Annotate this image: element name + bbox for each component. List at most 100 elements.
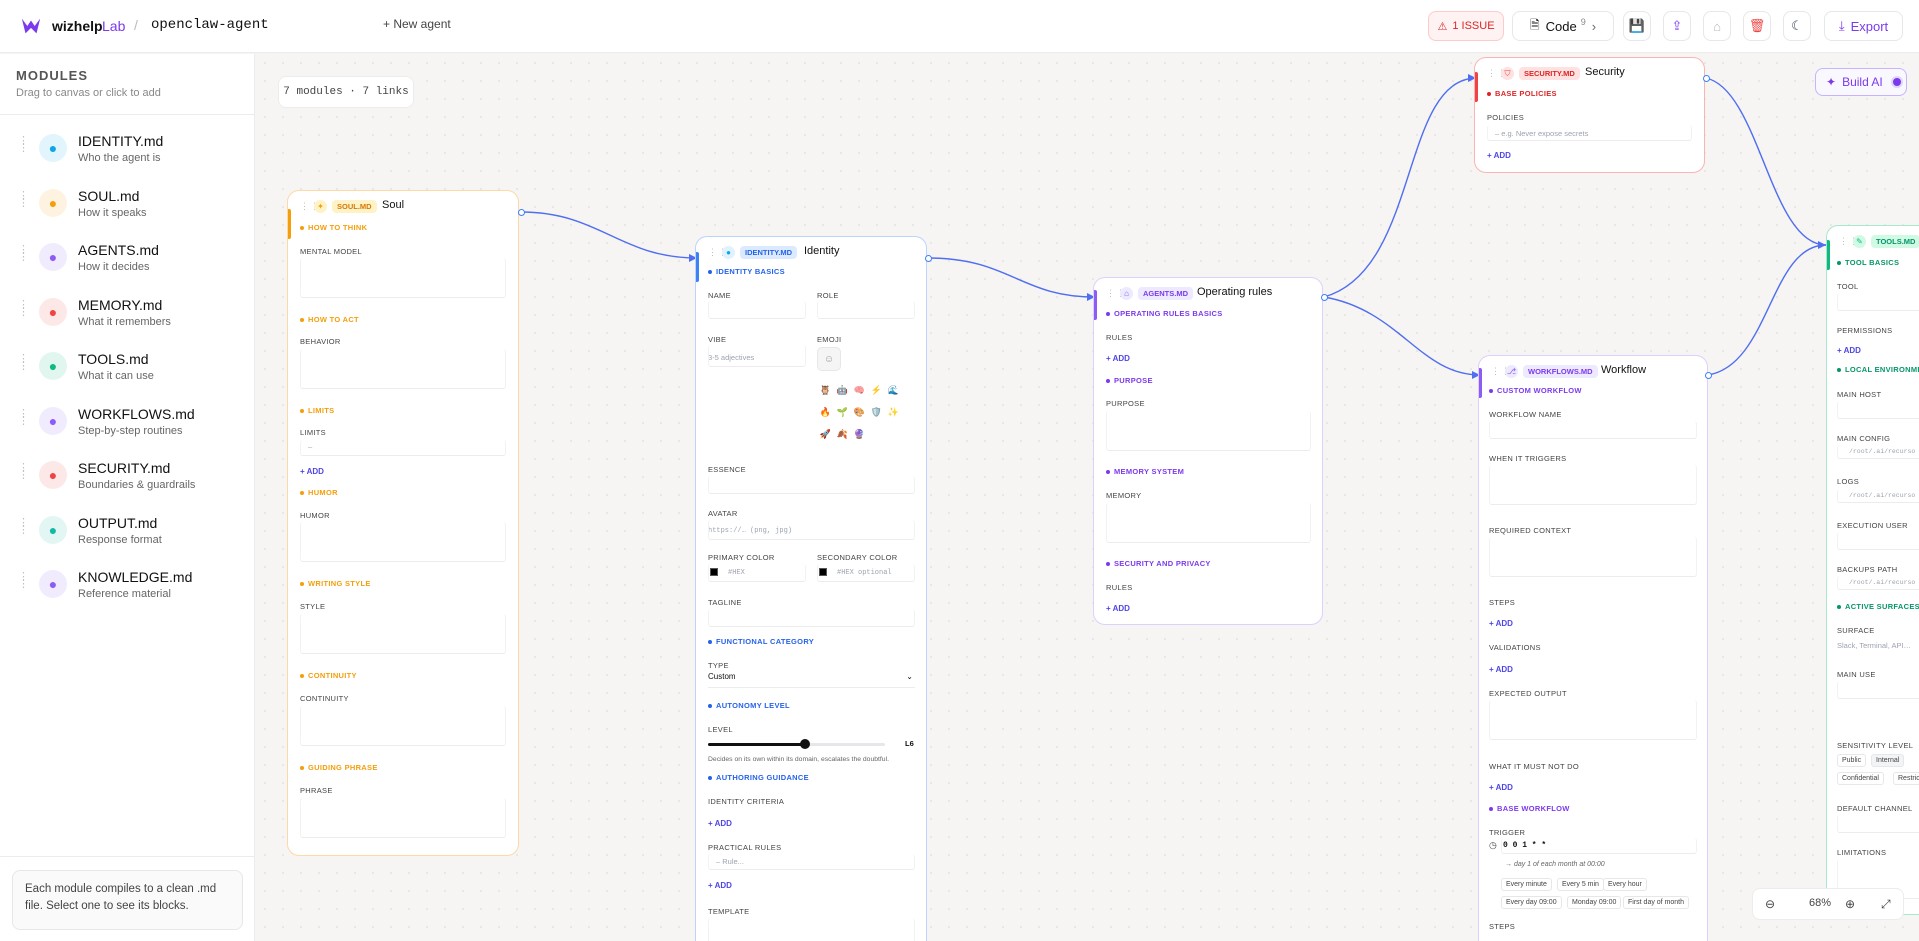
node-port[interactable] (925, 255, 932, 262)
cron-preset-chip[interactable]: Every day 09:00 (1501, 896, 1562, 909)
exec-user-input[interactable] (1837, 532, 1919, 550)
sensitivity-option[interactable]: Confidential (1837, 772, 1884, 785)
node-port[interactable] (1703, 75, 1710, 82)
module-item[interactable]: ⋮ ⋮ ● SECURITY.md Boundaries & guardrails (0, 452, 255, 502)
expected-output-input[interactable] (1489, 700, 1697, 740)
code-button[interactable]: 🗎 Code 9 › (1512, 11, 1614, 41)
cron-preset-chip[interactable]: First day of month (1623, 896, 1690, 909)
emoji-option[interactable]: 🌱 (834, 407, 851, 418)
build-ai-button[interactable]: ✦ Build AI (1815, 68, 1907, 96)
issue-button[interactable]: ⚠ 1 ISSUE (1428, 11, 1504, 41)
default-channel-input[interactable] (1837, 815, 1919, 833)
emoji-option[interactable]: 🦉 (817, 385, 834, 396)
main-use-input[interactable] (1837, 681, 1919, 699)
add-limit-button[interactable]: + ADD (300, 467, 324, 476)
essence-input[interactable] (708, 476, 915, 494)
module-item[interactable]: ⋮ ⋮ ● KNOWLEDGE.md Reference material (0, 561, 255, 611)
drag-handle-icon[interactable]: ⋮⋮ (18, 245, 30, 263)
tool-input[interactable] (1837, 293, 1919, 311)
save-button[interactable]: 💾 (1623, 11, 1651, 41)
emoji-option[interactable]: 🚀 (817, 429, 834, 440)
cron-preset-chip[interactable]: Every hour (1603, 878, 1647, 891)
security-node[interactable]: ⋮⋮ ⛉ SECURITY.MD Security BASE POLICIES … (1474, 57, 1705, 173)
add-must-not-button[interactable]: + ADD (1489, 783, 1513, 792)
emoji-option[interactable]: 🎨 (851, 407, 868, 418)
emoji-option[interactable]: 🧠 (851, 385, 868, 396)
style-input[interactable] (300, 614, 506, 654)
emoji-option[interactable]: 🤖 (834, 385, 851, 396)
emoji-option[interactable]: 🔥 (817, 407, 834, 418)
cron-preset-chip[interactable]: Monday 09:00 (1567, 896, 1622, 909)
avatar-input[interactable] (708, 520, 915, 540)
phrase-input[interactable] (300, 798, 506, 838)
emoji-option[interactable]: ⚡ (868, 385, 885, 396)
export-button[interactable]: ⤓ Export (1824, 11, 1903, 41)
upload-button[interactable]: ⇪ (1663, 11, 1691, 41)
add-criteria-button[interactable]: + ADD (708, 819, 732, 828)
emoji-option[interactable]: 🔮 (851, 429, 868, 440)
drag-handle-icon[interactable]: ⋮⋮ (18, 517, 30, 535)
tools-node[interactable]: ⋮⋮ ✎ TOOLS.MD TOOL BASICS TOOL PERMISSIO… (1826, 225, 1919, 915)
slider-thumb[interactable] (800, 739, 811, 749)
triggers-input[interactable] (1489, 465, 1697, 505)
workflow-name-input[interactable] (1489, 421, 1697, 439)
cron-preset-chip[interactable]: Every 5 min (1557, 878, 1604, 891)
sensitivity-option[interactable]: Public (1837, 754, 1867, 767)
drag-handle-icon[interactable]: ⋮⋮ (18, 408, 30, 426)
soul-node[interactable]: ⋮⋮ ✦ SOUL.MD Soul HOW TO THINK MENTAL MO… (287, 190, 519, 856)
emoji-option[interactable]: ✨ (885, 407, 902, 418)
add-step-button[interactable]: + ADD (1489, 619, 1513, 628)
delete-button[interactable]: 🗑 (1743, 11, 1771, 41)
name-input[interactable] (708, 301, 806, 319)
module-item[interactable]: ⋮ ⋮ ● IDENTITY.md Who the agent is (0, 125, 255, 175)
agent-name[interactable]: openclaw-agent (151, 17, 269, 33)
mental-model-input[interactable] (300, 258, 506, 298)
emoji-option[interactable]: 🛡️ (868, 407, 885, 418)
role-input[interactable] (817, 301, 915, 319)
primary-color-input[interactable] (708, 564, 806, 582)
memory-input[interactable] (1106, 503, 1311, 543)
module-item[interactable]: ⋮ ⋮ ● SOUL.md How it speaks (0, 180, 255, 230)
autonomy-slider[interactable] (708, 739, 885, 749)
module-item[interactable]: ⋮ ⋮ ● MEMORY.md What it remembers (0, 289, 255, 339)
drag-handle-icon[interactable]: ⋮⋮ (18, 190, 30, 208)
drag-handle-icon[interactable]: ⋮⋮ (18, 299, 30, 317)
zoom-out-icon[interactable]: ⊖ (1765, 897, 1775, 911)
cron-field[interactable] (1501, 838, 1697, 854)
secondary-color-input[interactable] (817, 564, 915, 582)
fullscreen-icon[interactable]: ⤢ (1881, 897, 1891, 912)
add-rule-button[interactable]: + ADD (1106, 354, 1130, 363)
limits-input[interactable] (300, 440, 506, 456)
sensitivity-option[interactable]: Internal (1871, 754, 1905, 767)
cron-preset-chip[interactable]: Every minute (1501, 878, 1552, 891)
add-validation-button[interactable]: + ADD (1489, 665, 1513, 674)
continuity-input[interactable] (300, 706, 506, 746)
main-config-input[interactable] (1837, 445, 1919, 459)
type-select[interactable]: Custom ⌄ (708, 672, 915, 688)
humor-input[interactable] (300, 522, 506, 562)
vibe-input[interactable] (708, 345, 806, 367)
drag-handle-icon[interactable]: ⋮⋮ (18, 354, 30, 372)
context-input[interactable] (1489, 537, 1697, 577)
node-port[interactable] (1705, 372, 1712, 379)
drag-handle-icon[interactable]: ⋮⋮ (18, 572, 30, 590)
practical-rules-input[interactable] (708, 854, 915, 870)
agents-node[interactable]: ⋮⋮ ⌂ AGENTS.MD Operating rules OPERATING… (1093, 277, 1323, 625)
emoji-picker-button[interactable]: ☺ (817, 347, 841, 371)
module-item[interactable]: ⋮ ⋮ ● AGENTS.md How it decides (0, 234, 255, 284)
main-host-input[interactable] (1837, 401, 1919, 419)
drag-handle-icon[interactable]: ⋮⋮ (18, 463, 30, 481)
emoji-option[interactable]: 🌊 (885, 385, 902, 396)
module-item[interactable]: ⋮ ⋮ ● WORKFLOWS.md Step-by-step routines (0, 398, 255, 448)
add-policy-button[interactable]: + ADD (1487, 151, 1511, 160)
policies-input[interactable] (1487, 125, 1692, 141)
logs-input[interactable] (1837, 489, 1919, 503)
behavior-input[interactable] (300, 349, 506, 389)
purpose-input[interactable] (1106, 411, 1311, 451)
module-item[interactable]: ⋮ ⋮ ● TOOLS.md What it can use (0, 343, 255, 393)
sensitivity-option[interactable]: Restrict (1893, 772, 1919, 785)
drag-handle-icon[interactable]: ⋮⋮ (18, 136, 30, 154)
add-rule-button[interactable]: + ADD (708, 881, 732, 890)
zoom-in-icon[interactable]: ⊕ (1845, 897, 1855, 911)
template-input[interactable] (708, 918, 915, 941)
